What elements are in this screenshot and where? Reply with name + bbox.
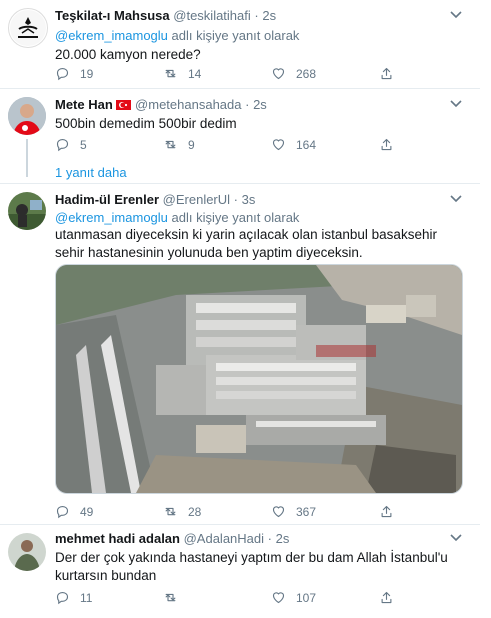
tweet[interactable]: mehmet hadi adalan @AdalanHadi · 2s Der … xyxy=(0,525,480,618)
separator-dot: · xyxy=(254,8,259,23)
tweet-actions: 11 107 xyxy=(55,590,475,606)
share-button[interactable] xyxy=(379,590,394,605)
caret-down-icon[interactable] xyxy=(450,194,462,204)
tweet[interactable]: Hadim-ül Erenler @ErenlerUl · 3s @ekrem_… xyxy=(0,184,480,524)
retweet-button[interactable] xyxy=(163,590,188,605)
like-button[interactable]: 107 xyxy=(271,590,316,605)
user-handle[interactable]: @metehansahada xyxy=(135,97,241,112)
share-icon xyxy=(379,590,394,605)
reply-count: 11 xyxy=(80,590,93,605)
timestamp[interactable]: 2s xyxy=(276,531,290,546)
retweet-button[interactable]: 14 xyxy=(163,66,201,81)
share-icon xyxy=(379,504,394,519)
caret-down-icon[interactable] xyxy=(450,10,462,20)
mention-link[interactable]: @ekrem_imamoglu xyxy=(55,28,168,43)
retweet-count: 28 xyxy=(188,504,202,519)
share-button[interactable] xyxy=(379,504,394,519)
avatar[interactable] xyxy=(8,533,46,571)
display-name[interactable]: mehmet hadi adalan xyxy=(55,531,180,546)
reply-context-text: adlı kişiye yanıt olarak xyxy=(171,28,300,43)
hospital-aerial-photo xyxy=(56,265,462,493)
reply-button[interactable]: 5 xyxy=(55,137,87,152)
retweet-icon xyxy=(163,504,178,519)
share-button[interactable] xyxy=(379,137,394,152)
tweet-header: Mete Han @metehansahada · 2s xyxy=(55,97,267,112)
avatar[interactable] xyxy=(8,97,46,135)
retweet-count: 14 xyxy=(188,66,202,81)
reply-context-text: adlı kişiye yanıt olarak xyxy=(171,210,300,225)
reply-context: @ekrem_imamoglu adlı kişiye yanıt olarak xyxy=(55,28,299,43)
tweet-header: Hadim-ül Erenler @ErenlerUl · 3s xyxy=(55,192,255,207)
like-count: 268 xyxy=(296,66,317,81)
tweet-actions: 5 9 164 xyxy=(55,137,475,153)
like-count: 107 xyxy=(296,590,317,605)
reply-count: 19 xyxy=(80,66,94,81)
tweet-photo[interactable] xyxy=(55,264,463,494)
like-count: 164 xyxy=(296,137,317,152)
share-button[interactable] xyxy=(379,66,394,81)
tweet-header: Teşkilat-ı Mahsusa @teskilatihafi · 2s xyxy=(55,8,276,23)
display-name[interactable]: Teşkilat-ı Mahsusa xyxy=(55,8,170,23)
like-icon xyxy=(271,137,286,152)
like-icon xyxy=(271,504,286,519)
retweet-icon xyxy=(163,590,178,605)
caret-down-icon[interactable] xyxy=(450,99,462,109)
retweet-button[interactable]: 28 xyxy=(163,504,201,519)
separator-dot: · xyxy=(267,531,272,546)
share-icon xyxy=(379,137,394,152)
tweet-text: 20.000 kamyon nerede? xyxy=(55,47,201,62)
tweet[interactable]: Teşkilat-ı Mahsusa @teskilatihafi · 2s @… xyxy=(0,0,480,92)
reply-count: 5 xyxy=(80,137,87,152)
retweet-count: 9 xyxy=(188,137,195,152)
tweet-text: utanmasan diyeceksin ki yarin açılacak o… xyxy=(55,227,437,260)
reply-button[interactable]: 49 xyxy=(55,504,93,519)
timestamp[interactable]: 2s xyxy=(262,8,276,23)
share-icon xyxy=(379,66,394,81)
tweet[interactable]: Mete Han @metehansahada · 2s 500bin deme… xyxy=(0,89,480,181)
user-handle[interactable]: @ErenlerUl xyxy=(163,192,230,207)
timestamp[interactable]: 3s xyxy=(242,192,256,207)
reply-icon xyxy=(55,66,70,81)
user-handle[interactable]: @teskilatihafi xyxy=(173,8,251,23)
reply-icon xyxy=(55,590,70,605)
retweet-button[interactable]: 9 xyxy=(163,137,195,152)
caret-down-icon[interactable] xyxy=(450,533,462,543)
like-count: 367 xyxy=(296,504,317,519)
user-handle[interactable]: @AdalanHadi xyxy=(184,531,264,546)
like-icon xyxy=(271,66,286,81)
timestamp[interactable]: 2s xyxy=(253,97,267,112)
avatar[interactable] xyxy=(8,192,46,230)
separator-dot: · xyxy=(245,97,250,112)
reply-button[interactable]: 19 xyxy=(55,66,93,81)
turkey-flag-icon xyxy=(116,100,132,110)
thread-line xyxy=(26,139,28,177)
tweet-actions: 19 14 268 xyxy=(55,66,475,82)
show-more-replies-link[interactable]: 1 yanıt daha xyxy=(55,165,127,180)
reply-button[interactable]: 11 xyxy=(55,590,92,605)
separator-dot: · xyxy=(233,192,239,207)
reply-icon xyxy=(55,504,70,519)
tweet-header: mehmet hadi adalan @AdalanHadi · 2s xyxy=(55,531,289,546)
reply-count: 49 xyxy=(80,504,94,519)
like-button[interactable]: 268 xyxy=(271,66,316,81)
tweet-actions: 49 28 367 xyxy=(55,504,475,520)
avatar[interactable] xyxy=(8,8,48,48)
reply-icon xyxy=(55,137,70,152)
like-button[interactable]: 164 xyxy=(271,137,316,152)
tweet-text: Der der çok yakında hastaneyi yaptım der… xyxy=(55,550,448,583)
reply-context: @ekrem_imamoglu adlı kişiye yanıt olarak xyxy=(55,210,299,225)
mention-link[interactable]: @ekrem_imamoglu xyxy=(55,210,168,225)
display-name[interactable]: Mete Han xyxy=(55,97,113,112)
display-name[interactable]: Hadim-ül Erenler xyxy=(55,192,159,207)
retweet-icon xyxy=(163,66,178,81)
like-button[interactable]: 367 xyxy=(271,504,316,519)
tweet-text: 500bin demedim 500bir dedim xyxy=(55,116,237,131)
like-icon xyxy=(271,590,286,605)
retweet-icon xyxy=(163,137,178,152)
